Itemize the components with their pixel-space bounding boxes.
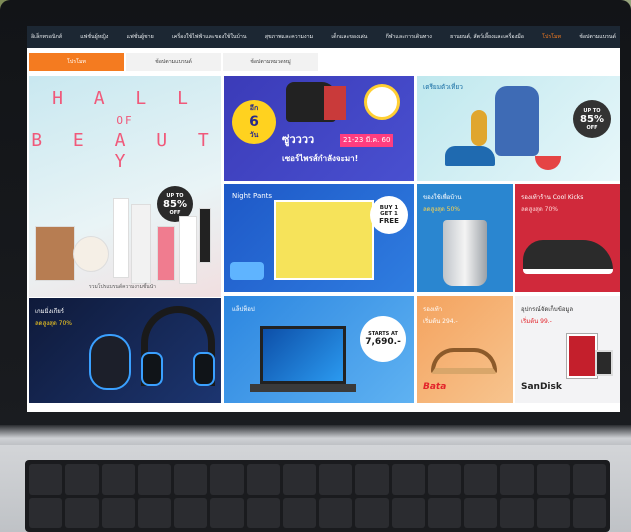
nav-item-promotions[interactable]: โปรโมท (542, 33, 561, 41)
nav-item-home-appliances[interactable]: เครื่องใช้ไฟฟ้าและของใช้ในบ้าน (172, 33, 247, 41)
gaming-mouse-image (89, 334, 131, 390)
cushion-compact-image (73, 236, 109, 272)
banner-home-goods[interactable]: ของใช้เพื่อบ้าน ลดสูงสุด 50% (417, 184, 513, 292)
category-nav: อิเล็กทรอนิกส์ แฟชั่นผู้หญิง แฟชั่นผู้ชา… (27, 26, 620, 48)
headset-earcup-left (141, 352, 163, 386)
skincare-bottle-image (131, 204, 151, 284)
brand-logo-image (230, 262, 264, 280)
countdown-subtitle: เซอร์ไพรส์กำลังจะมา! (282, 154, 359, 163)
tab-promotions[interactable]: โปรโมท (29, 53, 124, 71)
mascot-image (364, 84, 400, 120)
pineapple-image (471, 110, 487, 146)
bata-title: รองเท้า (423, 306, 443, 313)
promo-tabs: โปรโมท ช้อปตามแบรนด์ ช้อปตามหมวดหมู่ (29, 53, 318, 71)
eyeshadow-palette-image (35, 226, 75, 281)
banner-cool-kicks[interactable]: รองเท้าร้าน Cool Kicks ลดสูงสุด 70% (515, 184, 620, 292)
nav-item-automotive-pets[interactable]: ยานยนต์, สัตว์เลี้ยงและเครื่องมือ (450, 33, 524, 41)
tube-product-image (179, 216, 197, 284)
banner-hall-of-beauty[interactable]: H A L L OF B E A U T Y UP TO 85% OFF รวม… (29, 76, 221, 297)
beauty-title-line3: B E A U T Y (31, 130, 219, 172)
sneaker-image (523, 240, 613, 274)
laptops-price-badge: STARTS AT 7,690.- (360, 316, 406, 362)
banner-bata-shoes[interactable]: รองเท้า เริ่มต้น 294.- Bata (417, 296, 513, 403)
storage-price: เริ่มต้น 99.- (521, 318, 552, 325)
gaming-title: เกมมิ่งเกียร์ (35, 308, 64, 315)
tshirt-image (324, 86, 346, 120)
banner-countdown-sale[interactable]: อีก 6 วัน ซู่วววว 21-23 มี.ค. 60 เซอร์ไพ… (224, 76, 414, 181)
laptop-hinge (0, 425, 631, 447)
diaper-packs-image (274, 200, 374, 280)
nav-item-health-beauty[interactable]: สุขภาพและความงาม (265, 33, 313, 41)
countdown-headline: ซู่วววว (282, 133, 315, 146)
backpack-image (495, 86, 539, 156)
home-goods-discount: ลดสูงสุด 50% (423, 206, 460, 213)
tab-shop-by-brand[interactable]: ช้อปตามแบรนด์ (126, 53, 221, 71)
travel-title: เตรียมตัวเที่ยว (423, 83, 463, 91)
sneaker-image (445, 146, 495, 166)
cool-kicks-title: รองเท้าร้าน Cool Kicks (521, 194, 584, 201)
nav-item-kids-toys[interactable]: เด็กและของเล่น (331, 33, 367, 41)
beauty-title-line1: H A L L (52, 88, 198, 109)
banner-travel-gear[interactable]: เตรียมตัวเที่ยว UP TO 85% OFF (417, 76, 620, 181)
sandal-image (431, 348, 497, 374)
tab-shop-by-category[interactable]: ช้อปตามหมวดหมู่ (223, 53, 318, 71)
night-pants-title: Night Pants (232, 192, 273, 200)
cool-kicks-discount: ลดสูงสุด 70% (521, 206, 558, 213)
nav-item-sports-travel[interactable]: กีฬาและการเดินทาง (386, 33, 432, 41)
moka-pot-image (443, 220, 487, 286)
laptop-image (260, 326, 346, 384)
travel-discount-badge: UP TO 85% OFF (573, 100, 611, 138)
countdown-dates: 21-23 มี.ค. 60 (340, 134, 394, 147)
sandisk-logo: SanDisk (521, 382, 562, 392)
memory-card-image (567, 334, 597, 378)
banner-sandisk-storage[interactable]: อุปกรณ์จัดเก็บข้อมูล เริ่มต้น 99.- SanDi… (515, 296, 620, 403)
laptop-keyboard-image (250, 384, 356, 392)
microsd-card-image (595, 350, 613, 376)
banner-night-pants[interactable]: Night Pants BUY 1 GET 1 FREE (224, 184, 414, 292)
home-goods-title: ของใช้เพื่อบ้าน (423, 194, 462, 201)
keyboard (25, 460, 610, 532)
headset-earcup-right (193, 352, 215, 386)
gaming-discount: ลดสูงสุด 70% (35, 320, 72, 327)
bogo-badge: BUY 1 GET 1 FREE (370, 196, 408, 234)
countdown-badge: อีก 6 วัน (232, 100, 276, 144)
laptops-title: แล็ปท็อป (232, 306, 255, 313)
mascara-image (199, 208, 211, 263)
watermelon-image (535, 156, 561, 170)
bata-logo: Bata (423, 382, 447, 392)
banner-laptops[interactable]: แล็ปท็อป STARTS AT 7,690.- (224, 296, 414, 403)
nav-item-men-fashion[interactable]: แฟชั่นผู้ชาย (127, 33, 154, 41)
beauty-title-line2: OF (116, 114, 134, 127)
beauty-caption: รวมโปรแบรนด์ความงามชั้นนำ (89, 284, 156, 290)
bata-price: เริ่มต้น 294.- (423, 318, 458, 325)
nav-item-electronics[interactable]: อิเล็กทรอนิกส์ (31, 33, 62, 41)
laptop-screen: อิเล็กทรอนิกส์ แฟชั่นผู้หญิง แฟชั่นผู้ชา… (27, 26, 620, 412)
foundation-bottle-image (113, 198, 129, 278)
lipstick-box-image (157, 226, 175, 281)
nav-item-shop-by-brand[interactable]: ช้อปตามแบรนด์ (579, 33, 616, 41)
nav-item-women-fashion[interactable]: แฟชั่นผู้หญิง (80, 33, 108, 41)
storage-title: อุปกรณ์จัดเก็บข้อมูล (521, 306, 574, 313)
banner-gaming-gear[interactable]: เกมมิ่งเกียร์ ลดสูงสุด 70% (29, 298, 221, 403)
